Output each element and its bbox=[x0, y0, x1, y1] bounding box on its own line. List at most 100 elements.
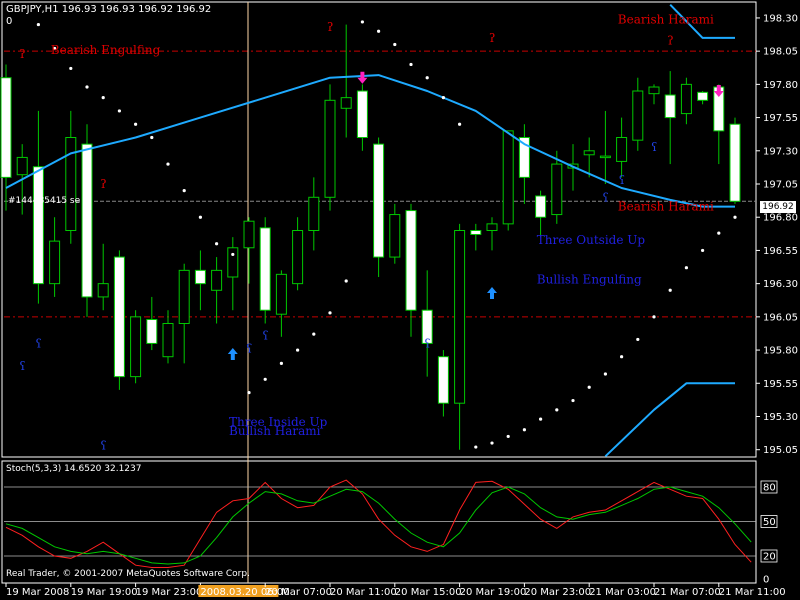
sar-dot bbox=[231, 252, 235, 257]
candle-body-bull bbox=[648, 86, 660, 95]
fractal-down-marker: ʕ bbox=[19, 359, 25, 373]
candle-body-bear bbox=[437, 356, 449, 404]
sar-dot bbox=[522, 428, 527, 432]
time-axis-label: 21 Mar 11:00 bbox=[719, 587, 786, 598]
sar-dot bbox=[490, 441, 494, 445]
sar-dot bbox=[215, 242, 219, 246]
sar-dot bbox=[117, 109, 121, 113]
fractal-down-marker: ʕ bbox=[602, 190, 608, 204]
candle-body-bear bbox=[32, 166, 44, 285]
candle-body-bull bbox=[308, 196, 320, 232]
candle-body-bull bbox=[340, 97, 352, 109]
fractal-down-marker: ʕ bbox=[246, 342, 252, 356]
sar-dot bbox=[701, 248, 705, 253]
pattern-label: Bullish Engulfing bbox=[537, 273, 642, 287]
price-axis-label: 195.30 bbox=[763, 412, 798, 423]
price-axis-label: 198.30 bbox=[763, 13, 798, 24]
sar-dot bbox=[279, 361, 283, 365]
candle-body-bull bbox=[616, 137, 628, 162]
chart-canvas: ʔʔʔʔ ʔʕʕʕʕʕʕʕʕʕ Bearish EngulfingBearish … bbox=[0, 1, 798, 598]
lower-envelope-line bbox=[604, 382, 735, 458]
sar-dot bbox=[166, 162, 170, 166]
candle-body-bear bbox=[113, 256, 125, 378]
candle-body-bear bbox=[729, 123, 741, 202]
price-axis-label: 197.55 bbox=[763, 113, 798, 124]
candle-body-bear bbox=[405, 210, 417, 311]
sar-dot bbox=[85, 85, 89, 89]
time-axis-label: 20 Mar 11:00 bbox=[330, 587, 397, 598]
candle-body-bull bbox=[178, 269, 190, 324]
candle-body-bull bbox=[551, 163, 563, 216]
sar-dot bbox=[733, 215, 737, 219]
sar-dot bbox=[441, 96, 445, 100]
candle-body-bear bbox=[356, 90, 368, 139]
time-axis-label: 21 Mar 03:00 bbox=[589, 587, 656, 598]
pattern-label: Bearish Engulfing bbox=[51, 43, 161, 57]
fractal-down-marker: ʕ bbox=[424, 336, 430, 350]
current-price-box: 196.92 bbox=[760, 201, 796, 213]
sar-dot bbox=[571, 398, 575, 403]
sar-dot bbox=[247, 390, 251, 395]
fractal-down-marker: ʕ bbox=[262, 328, 268, 342]
candle-body-bull bbox=[324, 99, 336, 198]
candle-body-bull bbox=[49, 240, 61, 285]
time-axis-label: 20 Mar 19:00 bbox=[460, 587, 527, 598]
price-axis-label: 196.55 bbox=[763, 246, 798, 257]
fractal-up-marker: ʔ bbox=[19, 47, 25, 61]
candle-body-bull bbox=[583, 150, 595, 156]
stoch-main-line bbox=[5, 479, 752, 568]
candle-body-bull bbox=[680, 83, 692, 115]
sar-dot bbox=[344, 279, 348, 283]
price-axis-label: 195.80 bbox=[763, 346, 798, 357]
fractal-up-marker: ʔ bbox=[327, 20, 333, 34]
candle-body-bull bbox=[227, 247, 239, 278]
candle-body-bull bbox=[16, 156, 28, 176]
candle-body-bear bbox=[373, 143, 385, 258]
candle-body-bull bbox=[65, 137, 77, 231]
candle-body-bull bbox=[389, 214, 401, 258]
candle-body-bull bbox=[502, 130, 514, 225]
candle-body-bear bbox=[470, 230, 482, 235]
sar-dot bbox=[684, 266, 689, 270]
stoch-pane-frame bbox=[1, 460, 757, 584]
time-axis-label: 20 Mar 23:00 bbox=[524, 587, 591, 598]
time-axis-label: 19 Mar 19:00 bbox=[71, 587, 138, 598]
sar-dot bbox=[652, 315, 656, 319]
price-axis-label: 197.30 bbox=[763, 146, 798, 157]
candle-body-bear bbox=[259, 227, 271, 311]
sar-dot bbox=[539, 417, 543, 421]
price-axis-label: 197.05 bbox=[763, 180, 798, 191]
stoch-axis-label: 50 bbox=[763, 517, 776, 528]
candle-body-bear bbox=[81, 143, 93, 298]
price-axis-label: 196.80 bbox=[763, 213, 798, 224]
candle-body-bull bbox=[211, 269, 223, 291]
sar-dot bbox=[150, 135, 154, 140]
candle-body-bull bbox=[130, 316, 142, 378]
sar-dot bbox=[668, 288, 672, 292]
candle-body-bear bbox=[535, 195, 547, 218]
price-axis-label: 197.80 bbox=[763, 80, 798, 91]
candle-body-bear bbox=[0, 77, 12, 178]
sar-dot bbox=[717, 231, 721, 235]
copyright-text: Real Trader, © 2001-2007 MetaQuotes Soft… bbox=[6, 569, 250, 579]
arrow-up-icon bbox=[487, 286, 497, 299]
pattern-label: Bullish Harami bbox=[229, 424, 321, 438]
sar-dot bbox=[506, 434, 510, 439]
stoch-axis-label: 0 bbox=[763, 575, 769, 586]
candle-body-bull bbox=[454, 230, 466, 404]
sar-dot bbox=[555, 408, 559, 412]
chart-header: GBPJPY,H1 196.93 196.93 196.92 196.92 0 bbox=[6, 4, 211, 28]
sar-dot bbox=[409, 62, 413, 67]
price-axis-label: 198.05 bbox=[763, 47, 798, 58]
stoch-axis-label: 80 bbox=[763, 483, 776, 494]
stoch-axis-label: 20 bbox=[763, 552, 776, 563]
sar-dot bbox=[474, 445, 478, 449]
sar-dot bbox=[377, 29, 381, 33]
sar-dot bbox=[636, 337, 640, 342]
symbol-line: GBPJPY,H1 196.93 196.93 196.92 196.92 bbox=[6, 4, 212, 15]
pattern-label: Bearish Harami bbox=[618, 12, 714, 26]
pattern-label: Three Outside Up bbox=[537, 233, 646, 247]
time-axis-label: 19 Mar 23:00 bbox=[136, 587, 203, 598]
sub-line: 0 bbox=[6, 16, 13, 27]
price-axis-label: 196.30 bbox=[763, 279, 798, 290]
